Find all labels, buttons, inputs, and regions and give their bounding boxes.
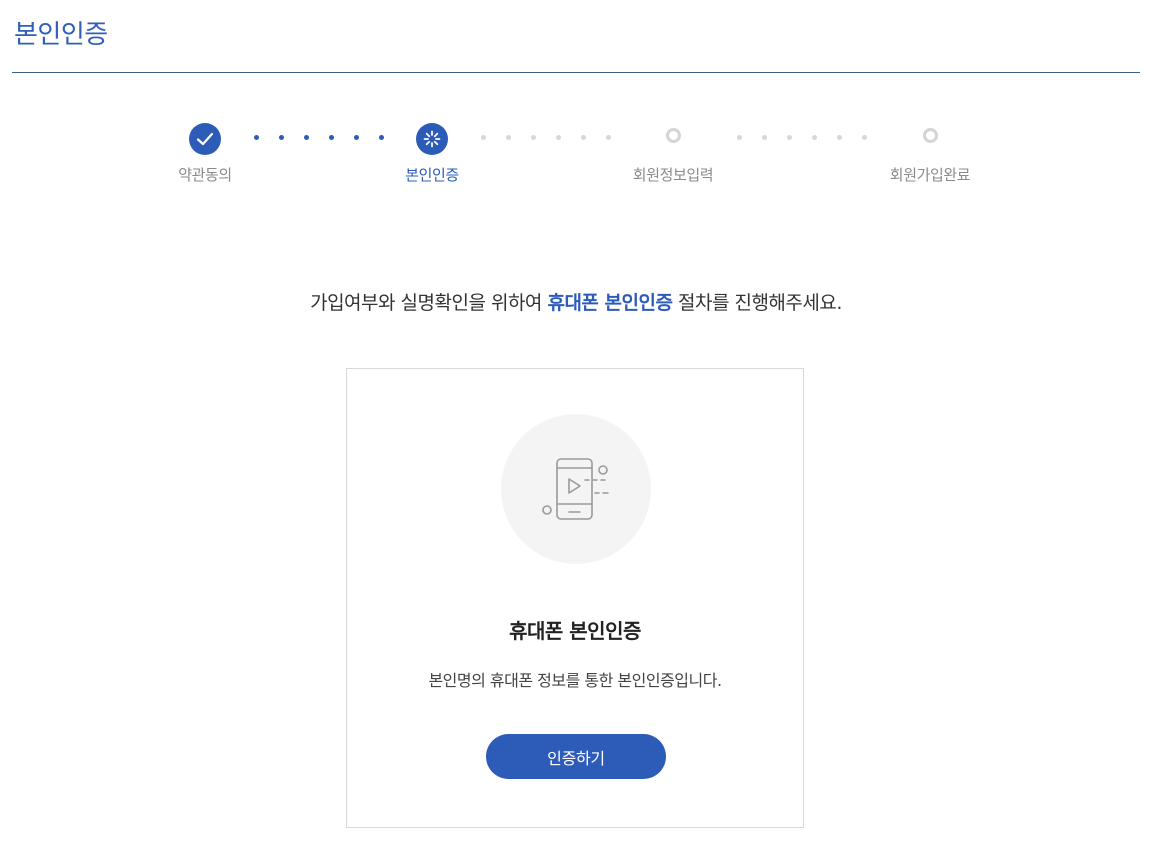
card-title: 휴대폰 본인인증 (509, 619, 641, 643)
guide-text: 가입여부와 실명확인을 위하여 휴대폰 본인인증 절차를 진행해주세요. (0, 288, 1152, 315)
progress-dot (787, 135, 792, 140)
progress-dot (737, 135, 742, 140)
pending-step-icon (666, 128, 681, 143)
progress-dot (531, 135, 536, 140)
mobile-verification-icon (542, 458, 609, 520)
progress-dot (762, 135, 767, 140)
check-icon (189, 123, 221, 155)
progress-dot (812, 135, 817, 140)
progress-dot (481, 135, 486, 140)
progress-dot (506, 135, 511, 140)
guide-text-highlight: 휴대폰 본인인증 (547, 292, 673, 314)
progress-dot (581, 135, 586, 140)
guide-text-before: 가입여부와 실명확인을 위하여 (310, 292, 548, 314)
progress-dot (254, 135, 259, 140)
step-label-complete: 회원가입완료 (889, 166, 971, 184)
progress-dot (606, 135, 611, 140)
icon-circle (501, 414, 651, 564)
progress-dot (379, 135, 384, 140)
progress-dot (279, 135, 284, 140)
pending-step-icon (923, 128, 938, 143)
guide-text-after: 절차를 진행해주세요. (672, 292, 842, 314)
progress-dot (837, 135, 842, 140)
loading-spinner-icon (416, 123, 448, 155)
progress-dot (354, 135, 359, 140)
verify-button[interactable]: 인증하기 (486, 734, 666, 779)
progress-dot (862, 135, 867, 140)
progress-dot (304, 135, 309, 140)
progress-dot (329, 135, 334, 140)
card-description: 본인명의 휴대폰 정보를 통한 본인인증입니다. (428, 671, 722, 690)
signup-stepper: 약관동의 본인인증 회원정보입력 회원가입완료 (0, 0, 1168, 200)
step-label-member-info: 회원정보입력 (632, 166, 714, 184)
step-label-verification: 본인인증 (405, 166, 459, 184)
step-label-terms: 약관동의 (178, 166, 232, 184)
phone-verification-card: 휴대폰 본인인증 본인명의 휴대폰 정보를 통한 본인인증입니다. 인증하기 (346, 368, 804, 828)
progress-dot (556, 135, 561, 140)
